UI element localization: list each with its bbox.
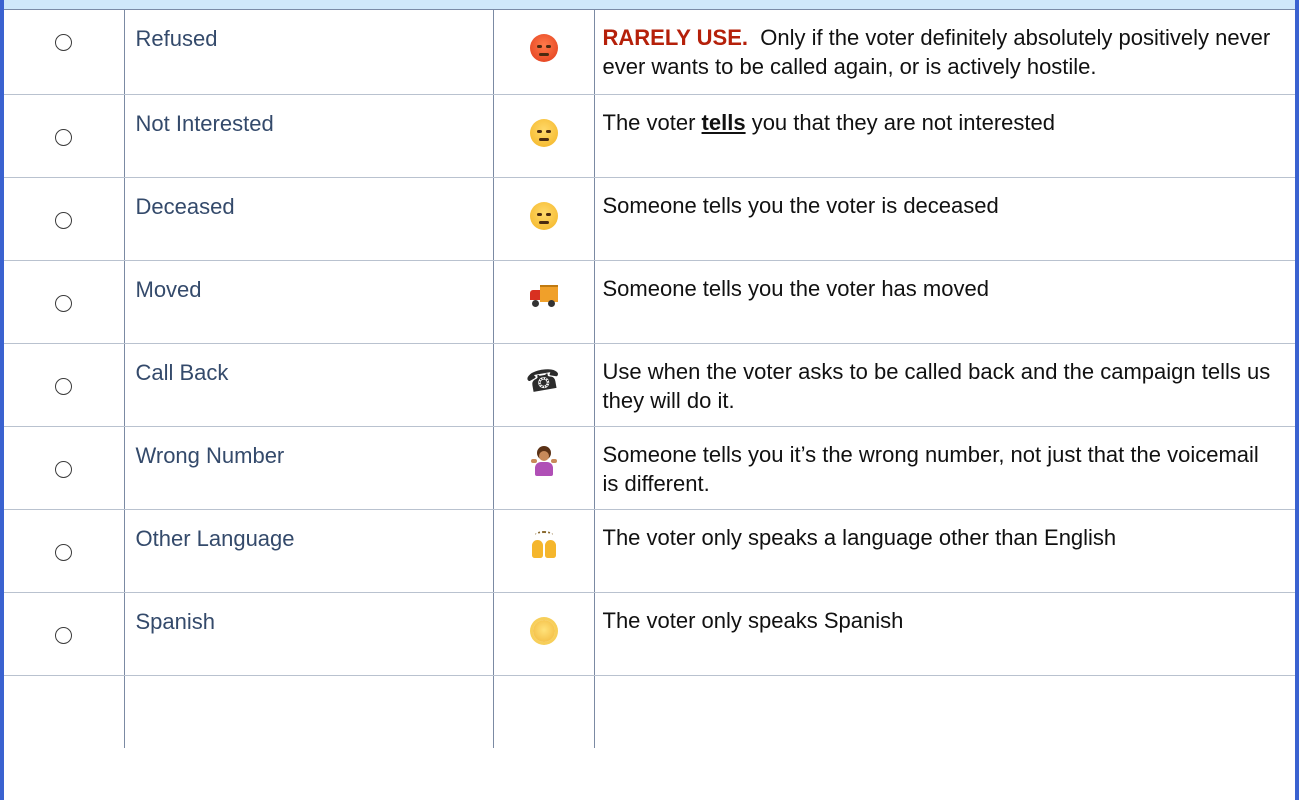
unamused-face-icon bbox=[529, 118, 558, 147]
name-cell: Deceased bbox=[124, 177, 494, 261]
description-cell: The voter only speaks Spanish bbox=[594, 592, 1295, 676]
name-cell: Wrong Number bbox=[124, 426, 494, 510]
name-cell: Not Interested bbox=[124, 94, 494, 178]
raising-hands-icon bbox=[530, 530, 558, 560]
pensive-face-icon bbox=[529, 201, 558, 230]
disposition-description: The voter only speaks a language other t… bbox=[602, 524, 1117, 550]
description-cell: Someone tells you the voter has moved bbox=[594, 260, 1295, 344]
disposition-name: Call Back bbox=[135, 359, 229, 385]
radio-call-back[interactable] bbox=[55, 377, 72, 395]
radio-cell bbox=[4, 343, 125, 427]
description-cell: The voter tells you that they are not in… bbox=[594, 94, 1296, 178]
delivery-truck-icon bbox=[529, 284, 558, 307]
icon-cell bbox=[493, 260, 595, 344]
name-cell: Spanish bbox=[124, 592, 494, 676]
disposition-name: Other Language bbox=[135, 525, 295, 551]
table-row: Call Back ☎ Use when the voter asks to b… bbox=[4, 343, 1295, 427]
disposition-description: RARELY USE. Only if the voter definitely… bbox=[595, 10, 1296, 81]
radio-cell bbox=[4, 94, 125, 178]
table-row: Other Language The voter only speaks a l… bbox=[4, 509, 1295, 593]
radio-cell bbox=[4, 592, 125, 676]
radio-spanish[interactable] bbox=[55, 626, 72, 644]
icon-cell: ☎ bbox=[493, 343, 595, 427]
radio-other-language[interactable] bbox=[55, 543, 72, 561]
icon-cell bbox=[493, 592, 595, 676]
disposition-name: Not Interested bbox=[135, 110, 274, 136]
sun-with-face-icon bbox=[532, 619, 555, 642]
radio-moved[interactable] bbox=[55, 294, 72, 312]
icon-cell bbox=[493, 177, 595, 261]
description-cell: The voter only speaks a language other t… bbox=[594, 509, 1295, 593]
icon-cell bbox=[493, 509, 595, 593]
disposition-description: Use when the voter asks to be called bac… bbox=[602, 358, 1271, 413]
table-row: Not Interested The voter tells you that … bbox=[4, 94, 1296, 178]
disposition-name: Spanish bbox=[135, 608, 216, 634]
shrugging-person-icon bbox=[530, 449, 557, 477]
radio-cell bbox=[4, 260, 125, 344]
radio-wrong-number[interactable] bbox=[55, 460, 72, 478]
angry-face-icon bbox=[529, 34, 558, 62]
icon-cell bbox=[493, 94, 595, 178]
table-row: Spanish The voter only speaks Spanish bbox=[4, 592, 1295, 676]
empty-cell bbox=[594, 674, 1295, 748]
disposition-description: Someone tells you it’s the wrong number,… bbox=[602, 441, 1259, 496]
emphasis-text: tells bbox=[701, 109, 746, 135]
disposition-description: The voter only speaks Spanish bbox=[602, 607, 904, 633]
disposition-name: Wrong Number bbox=[135, 442, 285, 468]
radio-cell bbox=[4, 509, 125, 593]
description-cell: Someone tells you it’s the wrong number,… bbox=[594, 426, 1295, 510]
icon-cell bbox=[493, 426, 595, 510]
disposition-name: Moved bbox=[135, 276, 202, 302]
disposition-description: The voter tells you that they are not in… bbox=[595, 95, 1296, 137]
radio-cell bbox=[4, 177, 125, 261]
name-cell: Refused bbox=[124, 10, 494, 95]
table-row: Moved Someone tells you the voter has mo… bbox=[4, 260, 1295, 344]
disposition-description: Someone tells you the voter is deceased bbox=[602, 192, 999, 218]
name-cell: Other Language bbox=[124, 509, 494, 593]
empty-table-row bbox=[4, 674, 1295, 748]
disposition-description: Someone tells you the voter has moved bbox=[602, 275, 989, 301]
disposition-name: Deceased bbox=[135, 193, 235, 219]
empty-cell bbox=[4, 674, 125, 748]
description-text: you that they are not interested bbox=[745, 109, 1055, 135]
radio-cell bbox=[4, 10, 125, 95]
description-cell: Use when the voter asks to be called bac… bbox=[594, 343, 1295, 427]
name-cell: Moved bbox=[124, 260, 494, 344]
table-row: Refused RARELY USE. Only if the voter de… bbox=[4, 10, 1296, 95]
empty-cell bbox=[124, 674, 494, 748]
disposition-table: Refused RARELY USE. Only if the voter de… bbox=[4, 10, 1295, 748]
radio-cell bbox=[4, 426, 125, 510]
name-cell: Call Back bbox=[124, 343, 494, 427]
table-row: Wrong Number Someone tells you it’s the … bbox=[4, 426, 1295, 510]
telephone-receiver-icon: ☎ bbox=[523, 361, 564, 399]
description-cell: Someone tells you the voter is deceased bbox=[594, 177, 1295, 261]
radio-deceased[interactable] bbox=[55, 211, 72, 229]
description-cell: RARELY USE. Only if the voter definitely… bbox=[594, 10, 1296, 95]
disposition-name: Refused bbox=[135, 26, 218, 51]
description-text: The voter bbox=[602, 109, 702, 135]
icon-cell bbox=[493, 10, 595, 95]
table-header-strip bbox=[4, 0, 1295, 10]
warning-label: RARELY USE. bbox=[602, 25, 749, 50]
disposition-table-frame: Refused RARELY USE. Only if the voter de… bbox=[0, 0, 1299, 800]
radio-refused[interactable] bbox=[55, 34, 72, 51]
radio-not-interested[interactable] bbox=[55, 128, 72, 146]
table-row: Deceased Someone tells you the voter is … bbox=[4, 177, 1295, 261]
empty-cell bbox=[493, 674, 595, 748]
